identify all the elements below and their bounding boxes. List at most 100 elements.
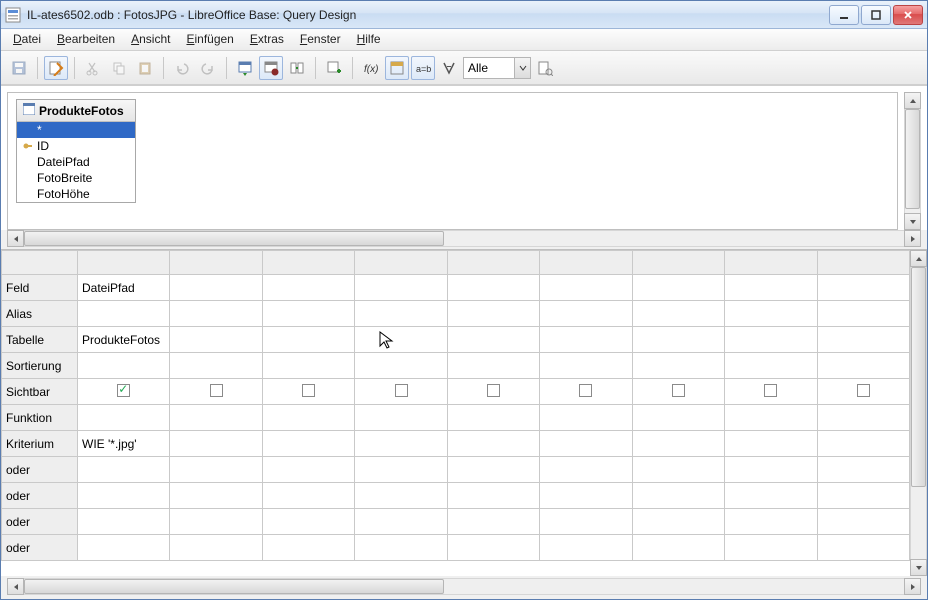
grid-cell[interactable] xyxy=(262,509,354,535)
grid-cell[interactable] xyxy=(78,353,170,379)
grid-cell[interactable] xyxy=(540,509,632,535)
grid-cell[interactable] xyxy=(447,301,539,327)
copy-button[interactable] xyxy=(107,56,131,80)
grid-cell[interactable] xyxy=(725,509,817,535)
grid-cell[interactable] xyxy=(632,301,724,327)
column-header[interactable] xyxy=(817,251,910,275)
grid-cell[interactable] xyxy=(725,483,817,509)
grid-cell[interactable] xyxy=(262,327,354,353)
grid-cell[interactable] xyxy=(355,509,447,535)
grid-hscroll[interactable] xyxy=(7,578,921,595)
tables-pane-vscroll[interactable] xyxy=(904,92,921,230)
scroll-right-icon[interactable] xyxy=(904,578,921,595)
row-header-function[interactable]: Funktion xyxy=(2,405,78,431)
grid-cell[interactable] xyxy=(170,379,262,405)
scroll-right-icon[interactable] xyxy=(904,230,921,247)
row-header-field[interactable]: Feld xyxy=(2,275,78,301)
table-field-row[interactable]: FotoBreite xyxy=(17,170,135,186)
grid-vscroll[interactable] xyxy=(910,250,927,576)
grid-cell[interactable] xyxy=(540,431,632,457)
row-header-sort[interactable]: Sortierung xyxy=(2,353,78,379)
grid-cell[interactable] xyxy=(725,431,817,457)
grid-cell[interactable] xyxy=(447,509,539,535)
grid-cell[interactable] xyxy=(170,535,262,561)
grid-cell[interactable] xyxy=(725,405,817,431)
limit-input[interactable] xyxy=(464,58,514,78)
grid-cell[interactable] xyxy=(632,275,724,301)
scroll-down-icon[interactable] xyxy=(904,213,921,230)
row-header-or2[interactable]: oder xyxy=(2,483,78,509)
grid-cell[interactable] xyxy=(632,353,724,379)
grid-cell[interactable] xyxy=(540,535,632,561)
table-field-row[interactable]: ID xyxy=(17,138,135,154)
distinct-values-button[interactable] xyxy=(437,56,461,80)
query-properties-button[interactable] xyxy=(533,56,557,80)
grid-cell[interactable] xyxy=(78,457,170,483)
undo-button[interactable] xyxy=(170,56,194,80)
grid-cell[interactable] xyxy=(632,535,724,561)
scroll-left-icon[interactable] xyxy=(7,230,24,247)
grid-cell[interactable] xyxy=(355,275,447,301)
menu-einfügen[interactable]: Einfügen xyxy=(178,29,241,50)
menu-hilfe[interactable]: Hilfe xyxy=(349,29,389,50)
grid-cell[interactable] xyxy=(262,457,354,483)
grid-cell[interactable] xyxy=(817,405,910,431)
maximize-button[interactable] xyxy=(861,5,891,25)
grid-cell[interactable] xyxy=(262,405,354,431)
edit-button[interactable] xyxy=(44,56,68,80)
tables-pane[interactable]: ProdukteFotos *IDDateiPfadFotoBreiteFoto… xyxy=(7,92,898,230)
grid-cell[interactable] xyxy=(170,457,262,483)
tables-pane-hscroll[interactable] xyxy=(7,230,921,247)
visible-checkbox[interactable] xyxy=(487,384,500,397)
grid-cell[interactable] xyxy=(447,405,539,431)
grid-cell[interactable] xyxy=(447,379,539,405)
grid-cell[interactable] xyxy=(447,327,539,353)
grid-cell[interactable] xyxy=(540,457,632,483)
grid-cell[interactable] xyxy=(817,535,910,561)
grid-cell[interactable] xyxy=(262,431,354,457)
grid-cell[interactable]: DateiPfad xyxy=(78,275,170,301)
scroll-down-icon[interactable] xyxy=(910,559,927,576)
grid-cell[interactable] xyxy=(78,483,170,509)
grid-cell[interactable] xyxy=(355,301,447,327)
visible-checkbox[interactable] xyxy=(764,384,777,397)
table-window-title[interactable]: ProdukteFotos xyxy=(17,100,135,122)
grid-cell[interactable] xyxy=(632,327,724,353)
redo-button[interactable] xyxy=(196,56,220,80)
column-header[interactable] xyxy=(78,251,170,275)
aliases-button[interactable]: a=b xyxy=(411,56,435,80)
row-header-visible[interactable]: Sichtbar xyxy=(2,379,78,405)
grid-cell[interactable] xyxy=(817,379,910,405)
grid-cell[interactable] xyxy=(632,431,724,457)
chevron-down-icon[interactable] xyxy=(514,58,530,78)
grid-cell[interactable] xyxy=(78,379,170,405)
design-view-toggle[interactable] xyxy=(285,56,309,80)
visible-checkbox[interactable] xyxy=(302,384,315,397)
grid-cell[interactable] xyxy=(632,379,724,405)
grid-cell[interactable] xyxy=(817,275,910,301)
visible-checkbox[interactable] xyxy=(395,384,408,397)
column-header[interactable] xyxy=(632,251,724,275)
add-table-button[interactable] xyxy=(322,56,346,80)
column-header[interactable] xyxy=(262,251,354,275)
grid-cell[interactable] xyxy=(447,457,539,483)
row-header-or4[interactable]: oder xyxy=(2,535,78,561)
grid-cell[interactable] xyxy=(355,353,447,379)
table-names-button[interactable] xyxy=(385,56,409,80)
grid-cell[interactable] xyxy=(355,327,447,353)
grid-cell[interactable] xyxy=(540,327,632,353)
grid-cell[interactable] xyxy=(447,275,539,301)
row-header-criterion[interactable]: Kriterium xyxy=(2,431,78,457)
grid-cell[interactable] xyxy=(355,405,447,431)
table-field-row[interactable]: * xyxy=(17,122,135,138)
visible-checkbox[interactable] xyxy=(857,384,870,397)
grid-cell[interactable] xyxy=(78,405,170,431)
grid-cell[interactable] xyxy=(170,431,262,457)
design-grid[interactable]: FeldDateiPfadAliasTabelleProdukteFotosSo… xyxy=(1,250,910,576)
table-field-row[interactable]: DateiPfad xyxy=(17,154,135,170)
grid-cell[interactable] xyxy=(632,457,724,483)
grid-cell[interactable]: ProdukteFotos xyxy=(78,327,170,353)
column-header[interactable] xyxy=(540,251,632,275)
grid-cell[interactable] xyxy=(170,509,262,535)
row-header-or1[interactable]: oder xyxy=(2,457,78,483)
